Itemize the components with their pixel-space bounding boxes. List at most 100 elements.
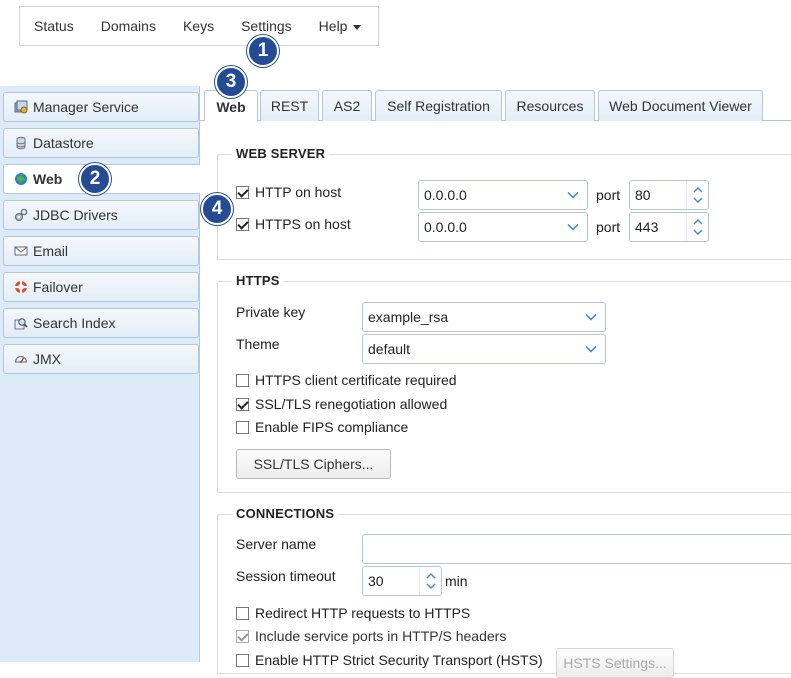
tab-as2[interactable]: AS2 <box>322 90 372 121</box>
sidebar-item-label: Email <box>33 243 69 259</box>
sidebar-item-jdbc-drivers[interactable]: JDBC Drivers <box>3 200 199 230</box>
hsts-checkbox[interactable]: Enable HTTP Strict Security Transport (H… <box>236 652 543 668</box>
search-index-icon <box>14 318 28 330</box>
theme-select[interactable]: default <box>362 334 606 364</box>
chevron-down-icon[interactable] <box>692 229 703 235</box>
section-title: HTTPS <box>232 273 284 288</box>
client-certificate-checkbox[interactable]: HTTPS client certificate required <box>236 372 457 388</box>
redirect-http-checkbox[interactable]: Redirect HTTP requests to HTTPS <box>236 605 470 621</box>
spinner-arrows[interactable] <box>686 181 708 209</box>
fips-compliance-checkbox[interactable]: Enable FIPS compliance <box>236 419 408 435</box>
private-key-select[interactable]: example_rsa <box>362 302 606 332</box>
sidebar-item-label: Web <box>33 171 63 187</box>
checkbox-label: Enable FIPS compliance <box>255 419 409 435</box>
section-title: CONNECTIONS <box>232 506 339 521</box>
select-value: default <box>368 341 411 357</box>
nav-keys[interactable]: Keys <box>183 18 214 34</box>
spinner-arrows[interactable] <box>686 213 708 241</box>
chevron-down-icon <box>577 335 605 363</box>
sidebar-item-label: Failover <box>33 279 83 295</box>
sidebar-item-failover[interactable]: Failover <box>3 272 199 302</box>
top-navigation: Status Domains Keys Settings Help <box>19 6 379 46</box>
nav-domains[interactable]: Domains <box>101 18 156 34</box>
private-key-label: Private key <box>236 304 306 320</box>
http-host-select[interactable]: 0.0.0.0 <box>418 180 588 210</box>
https-on-host-checkbox[interactable]: HTTPS on host <box>236 216 351 232</box>
checkbox-box[interactable] <box>236 420 249 434</box>
spinner-arrows[interactable] <box>419 567 441 595</box>
renegotiation-checkbox[interactable]: SSL/TLS renegotiation allowed <box>236 396 447 412</box>
chevron-down-icon <box>577 303 605 331</box>
sidebar-item-label: JDBC Drivers <box>33 207 118 223</box>
sidebar-item-jmx[interactable]: JMX <box>3 344 199 374</box>
spinner-value: 80 <box>635 187 651 203</box>
checkbox-label: SSL/TLS renegotiation allowed <box>255 396 448 412</box>
checkbox-label: HTTPS on host <box>255 216 351 232</box>
https-port-spinner[interactable]: 443 <box>629 212 709 242</box>
checkbox-label: HTTPS client certificate required <box>255 372 457 388</box>
checkbox-box[interactable] <box>236 217 249 231</box>
chevron-down-icon[interactable] <box>425 583 436 589</box>
spinner-value: 30 <box>368 573 384 589</box>
checkbox-label: Include service ports in HTTP/S headers <box>255 628 507 644</box>
spinner-value: 443 <box>635 219 659 235</box>
callout-badge: 2 <box>79 163 111 195</box>
email-icon <box>14 246 28 256</box>
sidebar-item-label: JMX <box>33 351 61 367</box>
sidebar-item-email[interactable]: Email <box>3 236 199 266</box>
nav-settings[interactable]: Settings <box>241 18 292 34</box>
checkbox-box[interactable] <box>236 606 249 620</box>
chevron-down-icon <box>559 181 587 209</box>
globe-icon <box>15 173 27 185</box>
http-port-spinner[interactable]: 80 <box>629 180 709 210</box>
caret-down-icon <box>353 24 362 30</box>
sidebar-item-manager-service[interactable]: Manager Service <box>3 92 199 122</box>
checkbox-box[interactable] <box>236 397 249 411</box>
chevron-up-icon[interactable] <box>425 573 436 579</box>
chevron-up-icon[interactable] <box>692 187 703 193</box>
include-ports-checkbox[interactable]: Include service ports in HTTP/S headers <box>236 628 506 644</box>
select-value: 0.0.0.0 <box>424 219 467 235</box>
tab-web-document-viewer[interactable]: Web Document Viewer <box>598 90 763 121</box>
nav-help[interactable]: Help <box>319 18 362 34</box>
tab-rest[interactable]: REST <box>260 90 319 121</box>
jdbc-drivers-icon <box>15 208 28 221</box>
session-timeout-spinner[interactable]: 30 <box>362 566 442 596</box>
sidebar-item-label: Search Index <box>33 315 116 331</box>
web-settings-panel: WEB SERVER HTTP on host 0.0.0.0 port 80 … <box>200 121 791 678</box>
tab-bar: Web REST AS2 Self Registration Resources… <box>200 86 791 122</box>
nav-help-label: Help <box>318 18 348 34</box>
session-timeout-unit: min <box>445 573 468 589</box>
nav-status[interactable]: Status <box>34 18 74 34</box>
tab-self-registration[interactable]: Self Registration <box>375 90 502 121</box>
https-host-select[interactable]: 0.0.0.0 <box>418 212 588 242</box>
sidebar-item-label: Datastore <box>33 135 94 151</box>
chevron-down-icon[interactable] <box>692 197 703 203</box>
select-value: 0.0.0.0 <box>424 187 467 203</box>
ssl-tls-ciphers-button[interactable]: SSL/TLS Ciphers... <box>236 449 391 479</box>
http-on-host-checkbox[interactable]: HTTP on host <box>236 184 341 200</box>
checkbox-label: Enable HTTP Strict Security Transport (H… <box>255 652 543 668</box>
callout-badge: 1 <box>247 35 279 67</box>
hsts-settings-button[interactable]: HSTS Settings... <box>556 648 674 678</box>
callout-badge: 4 <box>201 193 233 225</box>
checkbox-box[interactable] <box>236 185 249 199</box>
checkbox-box[interactable] <box>236 373 249 387</box>
sidebar-item-datastore[interactable]: Datastore <box>3 128 199 158</box>
callout-badge: 3 <box>215 66 247 98</box>
section-title: WEB SERVER <box>232 146 330 161</box>
theme-label: Theme <box>236 336 280 352</box>
server-name-input[interactable] <box>362 534 791 564</box>
tab-resources[interactable]: Resources <box>505 90 595 121</box>
gauge-icon <box>14 356 28 363</box>
manager-service-icon <box>14 100 28 114</box>
sidebar-item-search-index[interactable]: Search Index <box>3 308 199 338</box>
chevron-up-icon[interactable] <box>692 219 703 225</box>
checkbox-box[interactable] <box>236 629 249 643</box>
select-value: example_rsa <box>368 309 449 325</box>
lifebuoy-icon <box>15 281 27 293</box>
port-label: port <box>596 219 621 235</box>
checkbox-box[interactable] <box>236 653 249 667</box>
datastore-icon <box>16 136 26 150</box>
session-timeout-label: Session timeout <box>236 568 336 584</box>
